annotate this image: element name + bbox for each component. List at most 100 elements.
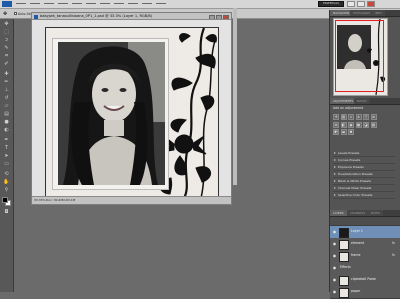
photoshop-app-icon[interactable] <box>2 1 12 7</box>
navigator-thumbnail[interactable] <box>333 18 388 96</box>
layer-thumbnail <box>339 228 349 238</box>
marquee-tool-icon[interactable]: ⬚ <box>2 29 11 36</box>
hue-saturation-icon[interactable]: ≡ <box>370 114 377 120</box>
clone-stamp-tool-icon[interactable]: ⊥ <box>2 87 11 94</box>
crop-tool-icon[interactable]: ⌗ <box>2 53 11 60</box>
layer-name[interactable]: element <box>351 241 364 245</box>
menu-item-select[interactable] <box>70 1 84 6</box>
hand-tool-icon[interactable]: ✋ <box>2 179 11 186</box>
menu-item-analysis[interactable] <box>98 1 112 6</box>
layer-thumbnail <box>339 288 349 298</box>
tab-navigator[interactable]: NAVIGATOR <box>330 10 353 16</box>
menu-item-image[interactable] <box>42 1 56 6</box>
gradient-map-icon[interactable]: ▬ <box>340 129 347 135</box>
preset-levels[interactable]: Levels Presets <box>333 150 395 157</box>
3d-rotate-tool-icon[interactable]: ⟲ <box>2 171 11 178</box>
dodge-tool-icon[interactable]: ◐ <box>2 127 11 134</box>
tab-masks[interactable]: MASKS <box>354 98 370 104</box>
preset-black-white[interactable]: Black & White Presets <box>333 178 395 185</box>
type-tool-icon[interactable]: T <box>2 145 11 152</box>
healing-brush-tool-icon[interactable]: ✚ <box>2 71 11 78</box>
selective-color-icon[interactable]: ✱ <box>348 129 354 135</box>
doc-minimize-button[interactable] <box>209 14 215 19</box>
layer-name[interactable]: Layer 1 <box>351 229 363 233</box>
layer-name[interactable]: frame <box>351 253 360 257</box>
threshold-icon[interactable]: ◩ <box>333 129 339 135</box>
document-ps-icon <box>34 14 38 19</box>
menu-item-file[interactable] <box>14 1 28 6</box>
layer-name[interactable]: clipbeball Paste <box>351 277 376 281</box>
auto-select-checkbox[interactable] <box>14 12 17 15</box>
zoom-tool-icon[interactable]: ⚲ <box>2 187 11 194</box>
workspace-switcher[interactable]: ESSENTIALS <box>318 1 344 7</box>
visibility-eye-icon[interactable]: ◉ <box>332 253 337 258</box>
shape-tool-icon[interactable]: ▭ <box>2 161 11 168</box>
visibility-eye-icon[interactable]: ◉ <box>332 265 337 270</box>
tab-adjustments[interactable]: ADJUSTMENTS <box>330 98 357 104</box>
menu-item-view[interactable] <box>126 1 140 6</box>
layer-name[interactable]: paper <box>351 289 360 293</box>
doc-maximize-button[interactable] <box>216 14 222 19</box>
layer-row[interactable]: ◉ paper <box>330 286 400 299</box>
close-app-button[interactable] <box>367 1 375 7</box>
move-tool-preset[interactable]: ✥ <box>3 11 7 17</box>
document-title-bar[interactable]: babyjwk_tanasullisioana_0P1_1.psd @ 33.3… <box>32 13 231 20</box>
black-white-icon[interactable]: ◧ <box>340 121 347 128</box>
preset-selective-color[interactable]: Selective Color Presets <box>333 192 395 199</box>
color-balance-icon[interactable]: ⚖ <box>333 121 339 128</box>
zoom-level[interactable]: 33.33% <box>34 197 45 204</box>
posterize-icon[interactable]: ▨ <box>370 121 377 128</box>
levels-icon[interactable]: ▥ <box>340 114 347 120</box>
maximize-app-button[interactable] <box>357 1 365 7</box>
menu-item-window[interactable] <box>140 1 154 6</box>
layer-name[interactable]: Effects <box>340 265 351 269</box>
curves-icon[interactable]: ∿ <box>348 114 354 120</box>
preset-channel-mixer[interactable]: Channel Mixer Presets <box>333 185 395 192</box>
eyedropper-tool-icon[interactable]: ✐ <box>2 61 11 68</box>
menu-item-layer[interactable] <box>56 1 70 6</box>
preset-exposure[interactable]: Exposure Presets <box>333 164 395 171</box>
path-select-tool-icon[interactable]: ➤ <box>2 153 11 160</box>
menu-item-help[interactable] <box>154 1 168 6</box>
tab-channels[interactable]: CHANNELS <box>347 210 369 216</box>
move-tool-icon[interactable]: ✥ <box>2 21 11 28</box>
doc-close-button[interactable] <box>223 14 229 19</box>
foreground-color-swatch[interactable] <box>2 197 8 203</box>
layer-effects-icon[interactable]: fx <box>392 241 395 245</box>
visibility-eye-icon[interactable]: ◉ <box>332 229 337 234</box>
menu-bar: ESSENTIALS <box>0 0 400 9</box>
document-window: babyjwk_tanasullisioana_0P1_1.psd @ 33.3… <box>31 12 232 205</box>
gradient-tool-icon[interactable]: ▤ <box>2 111 11 118</box>
document-vertical-scrollbar[interactable] <box>233 8 237 185</box>
history-brush-tool-icon[interactable]: ↺ <box>2 95 11 102</box>
visibility-eye-icon[interactable]: ◉ <box>332 277 337 282</box>
tab-layers[interactable]: LAYERS <box>330 210 347 216</box>
tab-paths[interactable]: PATHS <box>368 210 383 216</box>
channel-mixer-icon[interactable]: ▦ <box>355 121 362 128</box>
tab-histogram[interactable]: HISTOGRAM <box>350 10 373 16</box>
minimize-app-button[interactable] <box>347 1 355 7</box>
blur-tool-icon[interactable]: ● <box>2 119 11 126</box>
eraser-tool-icon[interactable]: ▱ <box>2 103 11 110</box>
menu-item-filter[interactable] <box>84 1 98 6</box>
pen-tool-icon[interactable]: ✒ <box>2 137 11 144</box>
quick-select-tool-icon[interactable]: ✎ <box>2 45 11 52</box>
photo-filter-icon[interactable]: ◉ <box>348 121 354 128</box>
quick-mask-icon[interactable]: ◘ <box>2 209 11 216</box>
document-size-info[interactable]: Doc: 30.4M/103.1M <box>46 197 75 204</box>
exposure-icon[interactable]: ± <box>355 114 362 120</box>
navigator-view-box[interactable] <box>335 20 384 92</box>
menu-item-3d[interactable] <box>112 1 126 6</box>
document-canvas[interactable] <box>45 27 219 199</box>
brightness-icon[interactable]: ☀ <box>333 114 339 120</box>
preset-hue-saturation[interactable]: Hue/Saturation Presets <box>333 171 395 178</box>
brush-tool-icon[interactable]: ✏ <box>2 79 11 86</box>
layer-effects-icon[interactable]: fx <box>392 253 395 257</box>
vibrance-icon[interactable]: ▽ <box>363 114 369 120</box>
menu-item-edit[interactable] <box>28 1 42 6</box>
tab-info[interactable]: INFO <box>372 10 385 16</box>
invert-icon[interactable]: ◪ <box>363 121 369 128</box>
lasso-tool-icon[interactable]: ↄ <box>2 37 11 44</box>
preset-curves[interactable]: Curves Presets <box>333 157 395 164</box>
visibility-eye-icon[interactable]: ◉ <box>332 241 337 246</box>
